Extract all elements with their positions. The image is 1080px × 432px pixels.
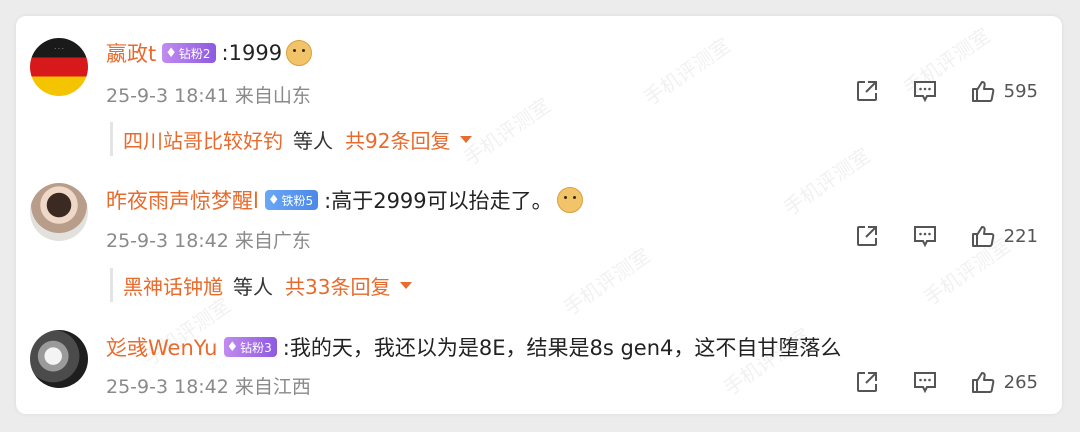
- thumbs-up-icon: [971, 372, 994, 393]
- fan-badge[interactable]: ♦ 铁粉5: [264, 190, 319, 210]
- reply-user[interactable]: 四川站哥比较好钓: [123, 125, 283, 154]
- reply-etc: 等人: [233, 274, 273, 299]
- comment-meta: 25-9-3 18:41 来自山东: [106, 85, 311, 107]
- like-button[interactable]: 221: [970, 223, 1038, 249]
- fan-badge[interactable]: ♦ 钻粉3: [223, 337, 277, 357]
- comment-icon: [913, 372, 936, 394]
- avatar[interactable]: [30, 183, 88, 241]
- avatar[interactable]: [30, 330, 88, 388]
- chevron-down-icon: [460, 135, 473, 143]
- comment-button[interactable]: [912, 223, 938, 249]
- comment-icon: [913, 81, 936, 103]
- share-icon: [856, 226, 877, 246]
- fan-badge-label: 铁粉5: [281, 193, 314, 208]
- comment-list: 手机评测室 手机评测室 手机评测室 手机评测室 手机评测室 手机评测室 手机评测…: [16, 16, 1062, 414]
- chevron-down-icon: [400, 281, 413, 289]
- doge-emoji: [556, 187, 583, 213]
- reply-total[interactable]: 共33条回复: [285, 271, 390, 300]
- username[interactable]: 彣彧WenYu: [106, 332, 218, 362]
- comment-meta: 25-9-3 18:42 来自广东: [106, 230, 311, 252]
- watermark: 手机评测室: [639, 33, 735, 111]
- fan-badge-label: 钻粉2: [178, 46, 211, 61]
- doge-emoji: [286, 40, 313, 66]
- fan-badge-label: 钻粉3: [240, 340, 272, 355]
- comment-icon: [913, 226, 936, 248]
- comment-text: :1999: [221, 41, 283, 65]
- watermark: 手机评测室: [559, 243, 655, 321]
- comment-button[interactable]: [912, 369, 938, 395]
- share-button[interactable]: [854, 78, 880, 104]
- fan-badge[interactable]: ♦ 钻粉2: [162, 43, 216, 63]
- reply-total[interactable]: 共92条回复: [345, 125, 450, 154]
- share-icon: [856, 81, 877, 101]
- reply-user[interactable]: 黑神话钟馗: [123, 271, 223, 300]
- diamond-icon: ♦: [165, 45, 177, 61]
- thumbs-up-icon: [971, 226, 994, 247]
- share-icon: [856, 372, 877, 392]
- reply-summary[interactable]: 黑神话钟馗 等人 共33条回复: [110, 268, 413, 302]
- reply-summary[interactable]: 四川站哥比较好钓 等人 共92条回复: [110, 122, 473, 156]
- watermark: 手机评测室: [779, 143, 875, 221]
- like-button[interactable]: 595: [970, 78, 1038, 104]
- like-count: 221: [1003, 225, 1038, 247]
- like-count: 265: [1003, 371, 1038, 393]
- diamond-icon: ♦: [226, 339, 239, 355]
- username[interactable]: 嬴政t: [106, 38, 156, 68]
- thumbs-up-icon: [971, 81, 994, 102]
- avatar[interactable]: · · ·: [30, 38, 88, 96]
- username[interactable]: 昨夜雨声惊梦醒l: [106, 185, 259, 215]
- comment-text: :高于2999可以抬走了。: [324, 189, 553, 213]
- reply-etc: 等人: [293, 128, 333, 153]
- share-button[interactable]: [854, 223, 880, 249]
- comment-meta: 25-9-3 18:42 来自江西: [106, 376, 311, 398]
- comment-text: :我的天，我还以为是8E，结果是8s gen4，这不自甘堕落么: [282, 336, 842, 360]
- comment-button[interactable]: [912, 78, 938, 104]
- diamond-icon: ♦: [267, 192, 280, 208]
- like-button[interactable]: 265: [970, 369, 1038, 395]
- share-button[interactable]: [854, 369, 880, 395]
- like-count: 595: [1003, 80, 1038, 102]
